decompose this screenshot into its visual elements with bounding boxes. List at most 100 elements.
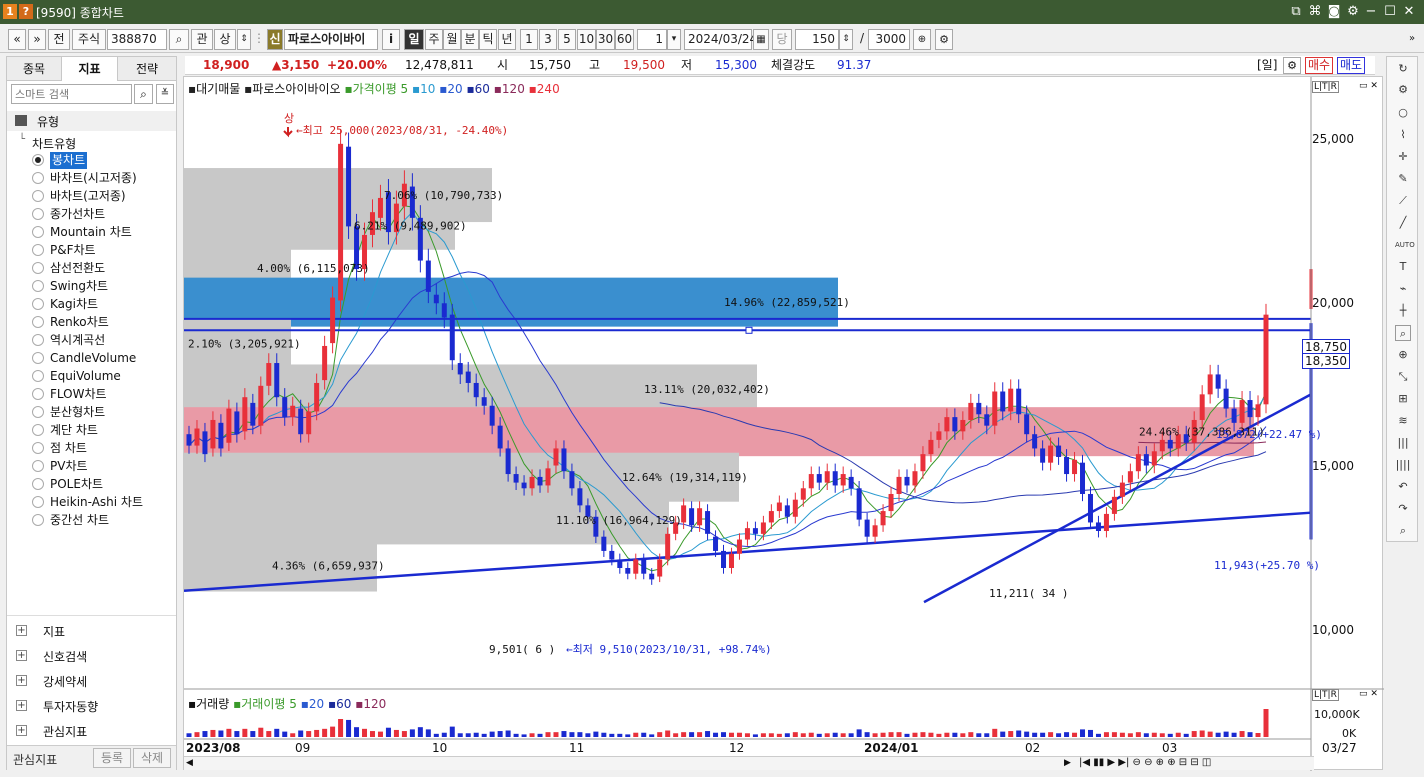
bottom-menu-item[interactable]: 투자자동향 [43,698,98,715]
chart-type-item[interactable]: 종가선차트 [50,206,105,223]
playback-controls[interactable]: |◀ ▮▮ ▶ ▶| ⊖ ⊖ ⊕ ⊕ ⊟ ⊟ ◫ [1079,757,1211,768]
chart-type-radio[interactable] [32,514,44,526]
chart-type-item[interactable]: POLE차트 [50,476,103,493]
chart-type-item[interactable]: 바차트(시고저종) [50,170,137,187]
chart-type-item[interactable]: Swing차트 [50,278,108,295]
chart-type-item[interactable]: PV차트 [50,458,88,475]
count-stepper[interactable]: ⇕ [839,29,853,50]
chart-type-radio[interactable] [32,226,44,238]
tab-stock[interactable]: 종목 [7,57,62,81]
chart-type-item[interactable]: Heikin-Ashi 차트 [50,494,143,511]
maximize-icon[interactable]: ☐ [1381,3,1399,21]
zoom-plus-icon[interactable]: ⊕ [913,29,931,50]
chart-type-radio[interactable] [32,316,44,328]
all-button[interactable]: 전 [48,29,70,50]
interval-1[interactable]: 1 [520,29,538,50]
pen-icon[interactable]: ✎ [1395,171,1411,187]
expand-right-icon[interactable]: » [1405,29,1419,50]
redo-icon[interactable]: ↷ [1395,501,1411,517]
period-day[interactable]: 일 [404,29,424,50]
bottom-menu-item[interactable]: 관심지표 [43,723,87,740]
text-icon[interactable]: T [1395,259,1411,275]
axis-lr-toggle[interactable]: L|T|R [1312,81,1339,93]
chevron-down-icon[interactable]: ▾ [667,29,681,50]
help-badge[interactable]: ? [19,4,33,19]
chart-area[interactable]: 7.06% (10,790,733) 6.21% (9,489,902) 4.00%… [183,76,1384,771]
chart-type-item[interactable]: Mountain 차트 [50,224,132,241]
sang-button[interactable]: 상 [214,29,236,50]
chart-type-radio[interactable] [32,352,44,364]
date-input[interactable]: 2024/03/24 [684,29,757,50]
chart-type-item[interactable]: 분산형차트 [50,404,105,421]
expand-plus-icon[interactable]: + [16,700,27,711]
measure-icon[interactable]: ⤡ [1395,369,1411,385]
gwan-button[interactable]: 관 [191,29,213,50]
chart-type-radio[interactable] [32,154,44,166]
search-icon[interactable]: ⌕ [169,29,189,50]
chart-type-radio[interactable] [32,370,44,382]
interval-60[interactable]: 60 [615,29,634,50]
unit-input[interactable]: 1 [637,29,667,50]
tab-indicator[interactable]: 지표 [62,57,118,81]
smart-search-input[interactable] [11,84,132,104]
chart-type-radio[interactable] [32,208,44,220]
trend-line-icon[interactable]: ╱ [1395,215,1411,231]
chart-type-radio[interactable] [32,280,44,292]
stock-code-input[interactable]: 388870 [107,29,167,50]
total-input[interactable]: 3000 [868,29,910,50]
magnet-icon[interactable]: ⌁ [1395,281,1411,297]
chart-type-radio[interactable] [32,244,44,256]
search-icon[interactable]: ⌕ [1395,523,1411,539]
interval-10[interactable]: 10 [577,29,596,50]
vol-axis-lr-toggle[interactable]: L|T|R [1312,689,1339,701]
zoom-in-icon[interactable]: ⊕ [1395,347,1411,363]
bottom-menu-item[interactable]: 강세약세 [43,673,87,690]
buy-button[interactable]: 매수 [1305,57,1333,74]
zoom-icon[interactable]: ⌕ [1395,325,1411,341]
chart-type-item[interactable]: FLOW차트 [50,386,107,403]
chart-type-radio[interactable] [32,406,44,418]
market-select[interactable]: 주식 [72,29,106,50]
stock-name-field[interactable]: 파로스아이바이 [284,29,378,50]
undo-icon[interactable]: ↶ [1395,479,1411,495]
chart-type-item[interactable]: CandleVolume [50,350,136,367]
chart-type-item[interactable]: 계단 차트 [50,422,98,439]
close-icon[interactable]: ✕ [1400,3,1418,21]
chart-type-radio[interactable] [32,478,44,490]
register-button[interactable]: 등록 [93,748,131,768]
chart-type-item[interactable]: 점 차트 [50,440,87,457]
interval-5[interactable]: 5 [558,29,576,50]
layout-icon[interactable]: ⧉ [1287,3,1305,21]
chart-type-radio[interactable] [32,172,44,184]
period-year[interactable]: 년 [498,29,516,50]
expand-plus-icon[interactable]: + [16,725,27,736]
tab-strategy[interactable]: 전략 [118,57,176,81]
bottom-menu-item[interactable]: 지표 [43,623,65,640]
interval-3[interactable]: 3 [539,29,557,50]
prev-button[interactable]: « [8,29,26,50]
chart-icon[interactable]: ⌇ [1395,127,1411,143]
bars-icon[interactable]: ≋ [1395,413,1411,429]
chart-type-item[interactable]: 바차트(고저종) [50,188,126,205]
chart-type-item[interactable]: P&F차트 [50,242,96,259]
chart-type-radio[interactable] [32,388,44,400]
chart-type-item[interactable]: Renko차트 [50,314,109,331]
next-button[interactable]: » [28,29,46,50]
horizontal-scrollbar[interactable]: ◀ ▶ |◀ ▮▮ ▶ ▶| ⊖ ⊖ ⊕ ⊕ ⊟ ⊟ ◫ [184,756,1314,770]
chart-type-item[interactable]: 중간선 차트 [50,512,109,529]
info-button[interactable]: i [382,29,400,50]
fibonacci-icon[interactable]: ⊞ [1395,391,1411,407]
chart-type-radio[interactable] [32,442,44,454]
count-input[interactable]: 150 [795,29,839,50]
chart-canvas[interactable]: 7.06% (10,790,733) 6.21% (9,489,902) 4.00%… [184,77,1384,771]
refresh-icon[interactable]: ↻ [1395,61,1411,77]
chart-type-radio[interactable] [32,190,44,202]
line-tool-icon[interactable]: ⟋ [1395,193,1411,209]
expand-plus-icon[interactable]: + [16,675,27,686]
chart-type-radio[interactable] [32,262,44,274]
delete-button[interactable]: 삭제 [133,748,171,768]
chart-type-item[interactable]: EquiVolume [50,368,121,385]
gear-icon[interactable]: ⚙ [1283,57,1301,74]
period-tick[interactable]: 틱 [479,29,497,50]
chart-type-radio[interactable] [32,460,44,472]
